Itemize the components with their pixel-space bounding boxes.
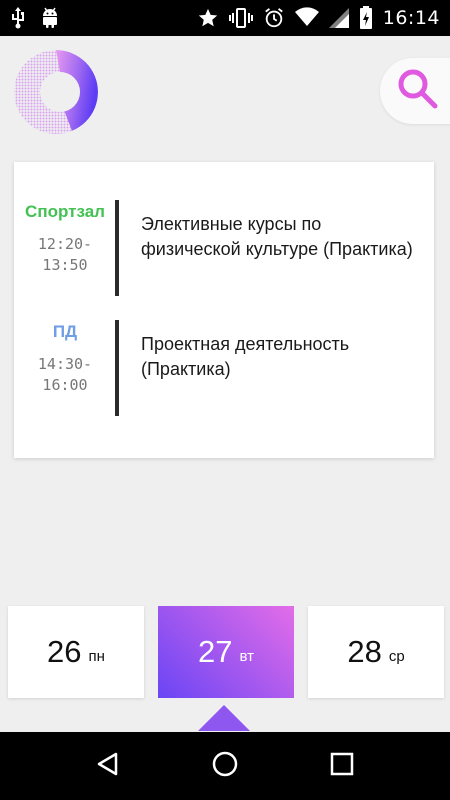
vibrate-icon	[228, 7, 253, 29]
alarm-icon	[263, 7, 285, 29]
status-bar: 16:14	[0, 0, 450, 36]
back-icon	[95, 751, 121, 782]
date-tab-27-selected[interactable]: 27 вт	[158, 606, 294, 698]
date-weekday: вт	[239, 647, 254, 665]
search-button[interactable]	[380, 58, 450, 124]
lesson-divider	[115, 320, 119, 416]
lesson-info: Спортзал 12:20- 13:50	[14, 202, 116, 276]
selected-date-pointer	[198, 705, 250, 731]
status-time: 16:14	[382, 7, 440, 29]
android-icon	[40, 7, 60, 29]
lesson-info: ПД 14:30- 16:00	[14, 322, 116, 396]
lesson-time: 14:30- 16:00	[14, 354, 116, 396]
date-tab-28[interactable]: 28 ср	[308, 606, 444, 698]
signal-icon	[328, 7, 349, 29]
lesson-start-time: 14:30-	[37, 355, 93, 373]
lesson-end-time: 13:50	[42, 256, 88, 274]
recents-icon	[330, 752, 354, 781]
date-weekday: ср	[388, 647, 405, 665]
date-number: 28	[347, 634, 382, 669]
date-number: 26	[47, 634, 82, 669]
schedule-card: Спортзал 12:20- 13:50 Элективные курсы п…	[14, 162, 434, 458]
date-selector: 26 пн 27 вт 28 ср	[0, 606, 450, 698]
home-button[interactable]	[200, 741, 250, 791]
lesson-time: 12:20- 13:50	[14, 234, 116, 276]
date-weekday: пн	[88, 647, 105, 665]
recents-button[interactable]	[317, 741, 367, 791]
home-icon	[211, 750, 239, 783]
battery-charging-icon	[359, 6, 373, 30]
lesson-subject: Проектная деятельность (Практика)	[141, 334, 350, 379]
date-tab-26[interactable]: 26 пн	[8, 606, 144, 698]
lesson-subject: Элективные курсы по физической культуре …	[141, 214, 413, 259]
lesson-end-time: 16:00	[42, 376, 88, 394]
ring-logo-icon	[12, 48, 100, 136]
date-number: 27	[198, 634, 233, 669]
wifi-icon	[294, 7, 319, 29]
back-button[interactable]	[83, 741, 133, 791]
usb-icon	[10, 7, 26, 29]
navigation-bar	[0, 732, 450, 800]
lesson-divider	[115, 200, 119, 296]
search-icon	[396, 67, 440, 116]
star-icon	[197, 7, 219, 29]
lesson-start-time: 12:20-	[37, 235, 93, 253]
lesson-room: ПД	[52, 322, 78, 341]
lesson-room: Спортзал	[25, 202, 105, 221]
